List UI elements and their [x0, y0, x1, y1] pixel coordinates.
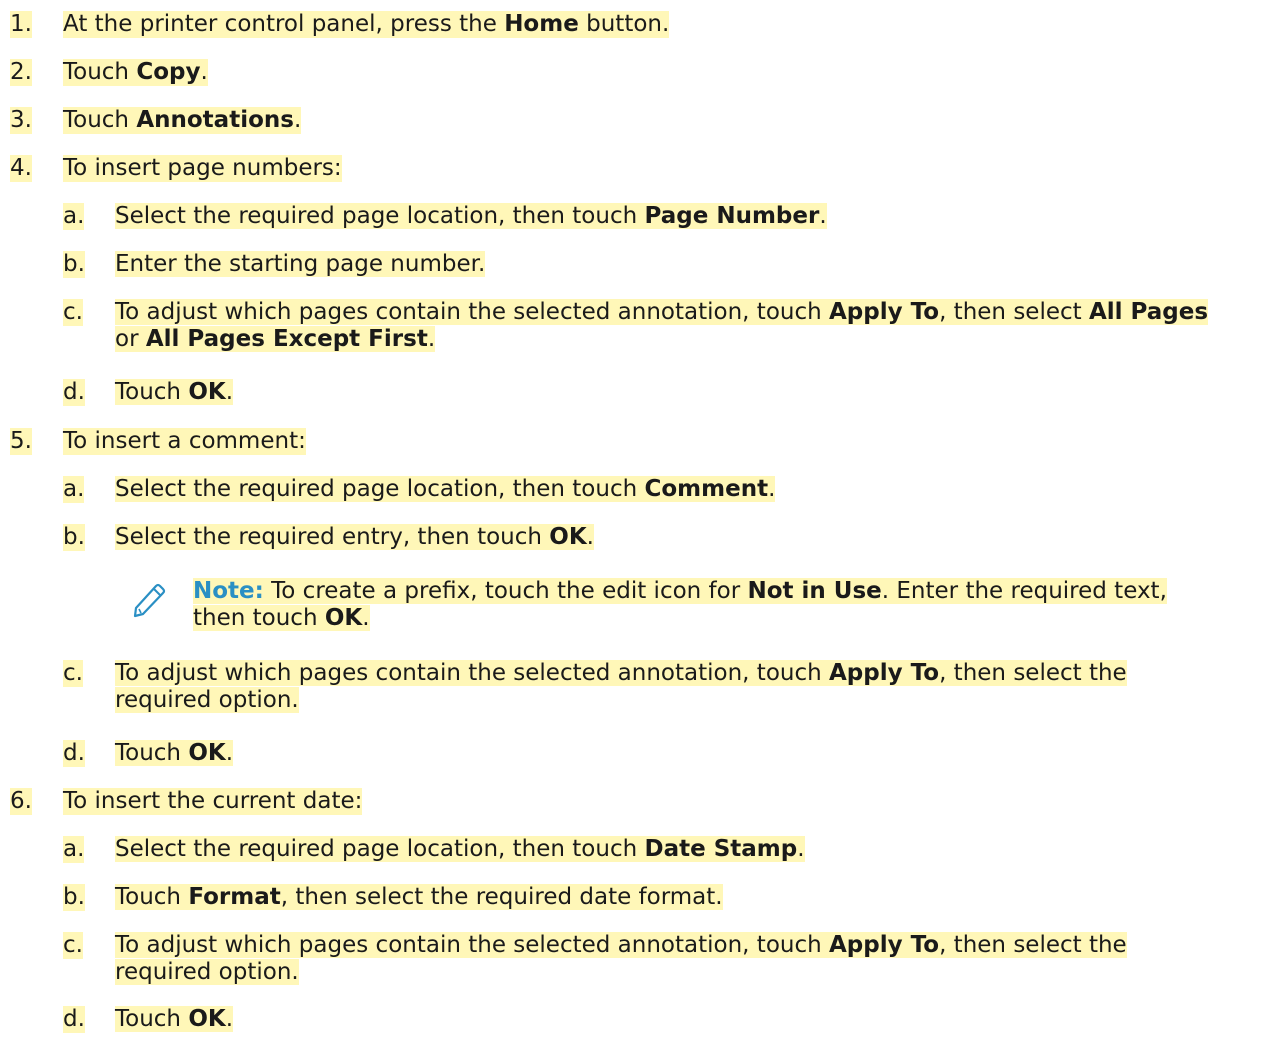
substep-letter: c. — [63, 299, 83, 326]
note-text: Note: To create a prefix, touch the edit… — [193, 578, 1167, 631]
substep-letter: b. — [63, 524, 85, 551]
step-number: 6. — [10, 788, 32, 815]
substep-text: Select the required page location, then … — [115, 836, 805, 862]
substep-text: Touch OK. — [115, 740, 234, 766]
substep-letter: c. — [63, 932, 83, 959]
step-text: To insert the current date: — [63, 788, 363, 815]
substep-text: Touch OK. — [115, 1006, 234, 1032]
substep-letter: d. — [63, 740, 85, 767]
step-number: 3. — [10, 107, 32, 134]
substep-letter: d. — [63, 379, 85, 406]
substep-text: Enter the starting page number. — [115, 251, 486, 277]
substep-letter: b. — [63, 251, 85, 278]
substep-text: Select the required page location, then … — [115, 476, 776, 502]
substep-text: Select the required entry, then touch OK… — [115, 524, 594, 550]
substep-letter: a. — [63, 203, 85, 230]
substep-letter: a. — [63, 836, 85, 863]
step-text: Touch Copy. — [63, 59, 208, 86]
step-number: 2. — [10, 59, 32, 86]
substep-letter: c. — [63, 660, 83, 687]
substep-text: Touch Format, then select the required d… — [115, 884, 723, 910]
note-label: Note: — [193, 578, 264, 604]
substep-letter: d. — [63, 1006, 85, 1033]
pencil-edit-icon — [133, 583, 166, 618]
substep-text: To adjust which pages contain the select… — [115, 660, 1127, 713]
substep-text: To adjust which pages contain the select… — [115, 932, 1127, 985]
substep-letter: a. — [63, 476, 85, 503]
substep-text: To adjust which pages contain the select… — [115, 299, 1209, 352]
step-text: To insert page numbers: — [63, 155, 342, 182]
step-text: Touch Annotations. — [63, 107, 302, 134]
step-number: 4. — [10, 155, 32, 182]
step-number: 1. — [10, 11, 32, 38]
step-text: To insert a comment: — [63, 428, 306, 455]
substep-text: Select the required page location, then … — [115, 203, 827, 229]
step-number: 5. — [10, 428, 32, 455]
substep-letter: b. — [63, 884, 85, 911]
substep-text: Touch OK. — [115, 379, 234, 405]
step-text: At the printer control panel, press the … — [63, 11, 670, 38]
